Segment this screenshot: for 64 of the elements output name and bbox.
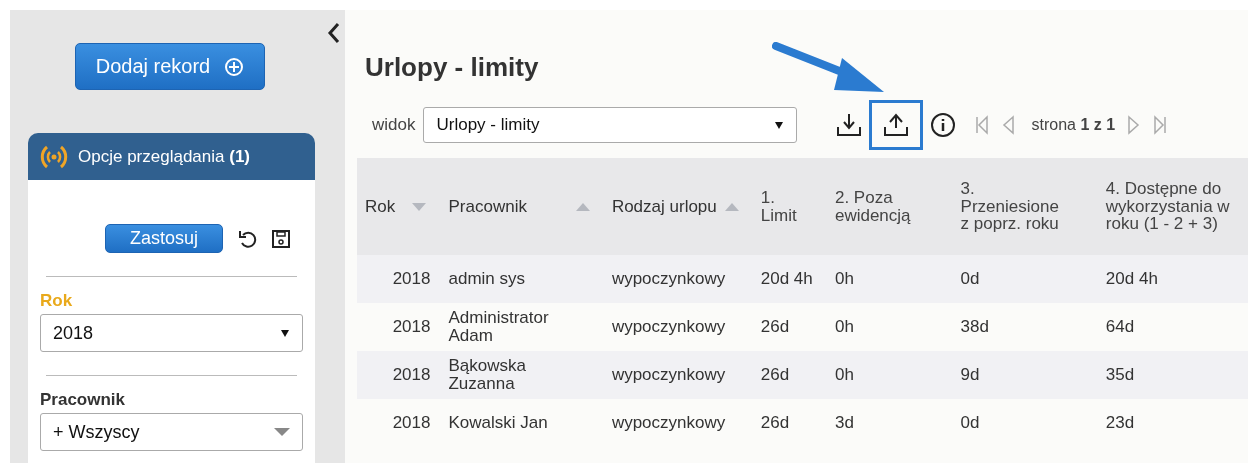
first-page-icon[interactable] [975,115,990,135]
table-cell: 20d 4h [752,255,827,303]
table-cell: wypoczynkowy [603,303,753,351]
next-page-icon[interactable] [1127,115,1142,135]
table-cell: 2018 [357,351,441,399]
caret-icon [280,328,290,338]
table-cell: Bąkowska Zuzanna [440,351,604,399]
sort-down-icon[interactable] [412,202,427,211]
table-cell: 0d [952,399,1098,447]
table-cell: wypoczynkowy [603,399,753,447]
sort-up-icon[interactable] [575,202,590,211]
table-cell: 26d [752,303,827,351]
column-header[interactable]: 3. Przeniesione z poprz. roku [960,179,1059,234]
column-header[interactable]: Rodzaj urlopu [611,197,717,216]
table-cell: 0d [952,255,1098,303]
table-cell: 2018 [357,255,441,303]
filter-select[interactable]: 2018 [40,314,303,352]
table-cell: 64d [1097,303,1248,351]
page-title: Urlopy - limity [365,52,539,83]
table-cell: 38d [952,303,1098,351]
panel-header[interactable]: Opcje przeglądania (1) [28,133,315,180]
upload-button[interactable] [869,100,924,150]
table-cell: 0h [826,351,953,399]
caret-icon [274,427,290,437]
table-cell: Kowalski Jan [440,399,604,447]
page-indicator: strona 1 z 1 [1031,116,1116,134]
column-header[interactable]: Rok [365,197,396,216]
filter-label: Rok [40,291,74,311]
table-cell: 26d [752,351,827,399]
column-header[interactable]: 2. Poza ewidencją [834,188,911,225]
table-cell: admin sys [440,255,604,303]
apply-button[interactable]: Zastosuj [105,224,223,253]
table-cell: 9d [952,351,1098,399]
add-record-button[interactable]: Dodaj rekord [75,43,265,90]
upload-icon [883,112,910,138]
table-cell: 0h [826,255,953,303]
info-icon [930,112,957,138]
table-cell: 2018 [357,399,441,447]
save-icon[interactable] [271,228,291,249]
view-select[interactable]: Urlopy - limity [423,107,798,143]
view-label: widok [372,115,416,135]
collapse-icon[interactable] [327,22,341,44]
column-header[interactable]: 1. Limit [760,188,797,225]
table-cell: wypoczynkowy [603,255,753,303]
filter-select[interactable]: + Wszyscy [40,413,303,451]
filter-label: Pracownik [40,390,127,410]
table-cell: 2018 [357,303,441,351]
column-header[interactable]: 4. Dostępne do wykorzystania w roku (1 - 2 + 3) [1105,179,1230,234]
table-cell: 0h [826,303,953,351]
sort-up-icon[interactable] [724,202,739,211]
previous-page-icon[interactable] [1001,115,1016,135]
table-cell: wypoczynkowy [603,351,753,399]
last-page-icon[interactable] [1153,115,1168,135]
table-cell: 3d [826,399,953,447]
table-cell: 35d [1097,351,1248,399]
column-header[interactable]: Pracownik [448,197,527,216]
table-cell: 26d [752,399,827,447]
panel-title: Opcje przeglądania (1) [78,146,250,167]
table-cell: 20d 4h [1097,255,1248,303]
caret-icon [774,120,785,130]
table-cell: 23d [1097,399,1248,447]
download-icon [836,112,863,138]
plus-icon [224,56,245,77]
table-cell: Administrator Adam [440,303,604,351]
